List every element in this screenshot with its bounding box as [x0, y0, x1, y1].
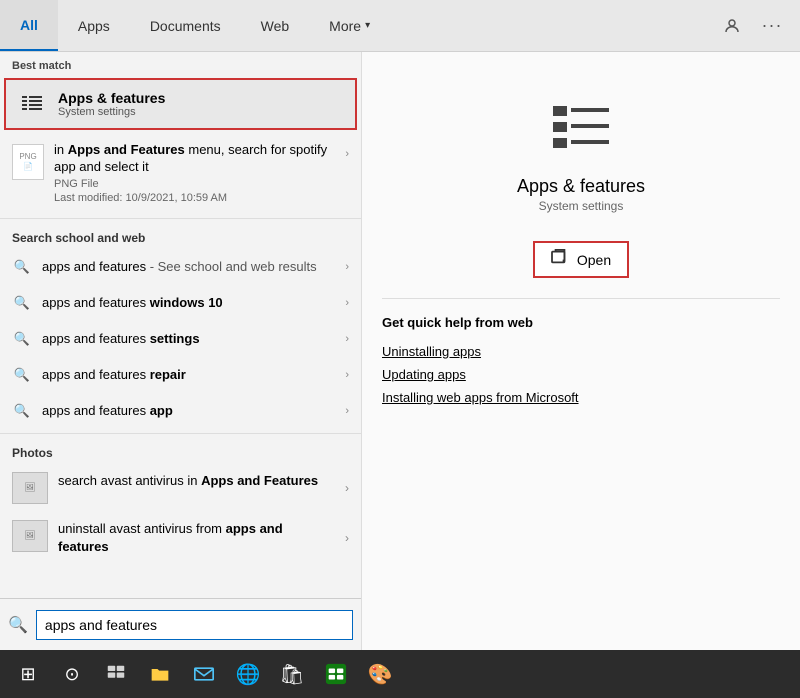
- search-text-3: apps and features repair: [42, 367, 335, 382]
- tab-all[interactable]: All: [0, 0, 58, 51]
- photos-arrow-0: ›: [345, 481, 349, 495]
- search-text-0: apps and features - See school and web r…: [42, 259, 335, 274]
- file-type: PNG File: [54, 178, 335, 190]
- file-title: in Apps and Features menu, search for sp…: [54, 142, 335, 176]
- search-item-1[interactable]: 🔍 apps and features windows 10 ›: [0, 285, 361, 321]
- png-file-icon: PNG📄: [12, 144, 44, 180]
- search-item-4[interactable]: 🔍 apps and features app ›: [0, 393, 361, 429]
- photos-item-1[interactable]: 🖼 uninstall avast antivirus from apps an…: [0, 512, 361, 564]
- search-box-container: 🔍: [0, 598, 361, 650]
- app-preview-title: Apps & features: [517, 176, 645, 197]
- file-result-item[interactable]: PNG📄 in Apps and Features menu, search f…: [0, 132, 361, 214]
- apps-features-icon: [18, 90, 46, 118]
- search-item-2[interactable]: 🔍 apps and features settings ›: [0, 321, 361, 357]
- search-item-3[interactable]: 🔍 apps and features repair ›: [0, 357, 361, 393]
- task-view-button[interactable]: [96, 654, 136, 694]
- file-info: in Apps and Features menu, search for sp…: [54, 142, 335, 204]
- search-main-icon: 🔍: [8, 615, 28, 635]
- search-arrow-1: ›: [345, 297, 349, 309]
- start-button[interactable]: ⊞: [8, 654, 48, 694]
- search-text-4: apps and features app: [42, 403, 335, 418]
- search-arrow-3: ›: [345, 369, 349, 381]
- store-button[interactable]: 🛍: [272, 654, 312, 694]
- edge-button[interactable]: 🌐: [228, 654, 268, 694]
- photos-thumb-1: 🖼: [12, 520, 48, 552]
- quick-help-link-1[interactable]: Updating apps: [382, 363, 780, 386]
- photos-section-label: Photos: [0, 438, 361, 464]
- tab-web[interactable]: Web: [241, 0, 310, 51]
- tab-documents[interactable]: Documents: [130, 0, 241, 51]
- best-match-item[interactable]: Apps & features System settings: [4, 78, 357, 130]
- taskbar: ⊞ ⊙ 🌐 🛍 🎨: [0, 650, 800, 698]
- right-panel: Apps & features System settings Open Get…: [362, 52, 800, 650]
- quick-help-link-2[interactable]: Installing web apps from Microsoft: [382, 386, 780, 409]
- photos-arrow-1: ›: [345, 531, 349, 545]
- photos-item-0[interactable]: 🖼 search avast antivirus in Apps and Fea…: [0, 464, 361, 512]
- best-match-text: Apps & features System settings: [58, 90, 165, 118]
- search-icon-4: 🔍: [12, 401, 32, 421]
- search-arrow-4: ›: [345, 405, 349, 417]
- app-preview: Apps & features System settings Open: [382, 72, 780, 299]
- color-wheel-button[interactable]: 🎨: [360, 654, 400, 694]
- search-icon-1: 🔍: [12, 293, 32, 313]
- user-icon-btn[interactable]: [716, 10, 748, 42]
- file-date: Last modified: 10/9/2021, 10:59 AM: [54, 192, 335, 204]
- xbox-button[interactable]: [316, 654, 356, 694]
- search-text-1: apps and features windows 10: [42, 295, 335, 310]
- main-content: Best match Apps & features: [0, 52, 800, 650]
- quick-help-title: Get quick help from web: [382, 315, 780, 330]
- search-input[interactable]: [36, 610, 353, 640]
- mail-button[interactable]: [184, 654, 224, 694]
- photos-text-0: search avast antivirus in Apps and Featu…: [58, 472, 335, 490]
- top-navigation: All Apps Documents Web More ▾ ···: [0, 0, 800, 52]
- quick-help-link-0[interactable]: Uninstalling apps: [382, 340, 780, 363]
- left-panel: Best match Apps & features: [0, 52, 362, 650]
- tab-more[interactable]: More ▾: [309, 0, 390, 51]
- file-explorer-button[interactable]: [140, 654, 180, 694]
- open-icon: [551, 249, 569, 270]
- photos-text-1: uninstall avast antivirus from apps and …: [58, 520, 335, 556]
- app-preview-icon: [545, 92, 617, 164]
- app-preview-subtitle: System settings: [539, 199, 624, 213]
- more-options-btn[interactable]: ···: [756, 10, 788, 42]
- search-item-0[interactable]: 🔍 apps and features - See school and web…: [0, 249, 361, 285]
- open-button[interactable]: Open: [533, 241, 629, 278]
- more-dropdown-arrow: ▾: [365, 20, 370, 31]
- search-icon-3: 🔍: [12, 365, 32, 385]
- school-section-label: Search school and web: [0, 223, 361, 249]
- search-taskbar-button[interactable]: ⊙: [52, 654, 92, 694]
- tab-apps[interactable]: Apps: [58, 0, 130, 51]
- best-match-label: Best match: [0, 52, 361, 76]
- photos-thumb-0: 🖼: [12, 472, 48, 504]
- file-arrow: ›: [345, 148, 349, 160]
- search-text-2: apps and features settings: [42, 331, 335, 346]
- search-icon-0: 🔍: [12, 257, 32, 277]
- search-arrow-2: ›: [345, 333, 349, 345]
- search-icon-2: 🔍: [12, 329, 32, 349]
- search-arrow-0: ›: [345, 261, 349, 273]
